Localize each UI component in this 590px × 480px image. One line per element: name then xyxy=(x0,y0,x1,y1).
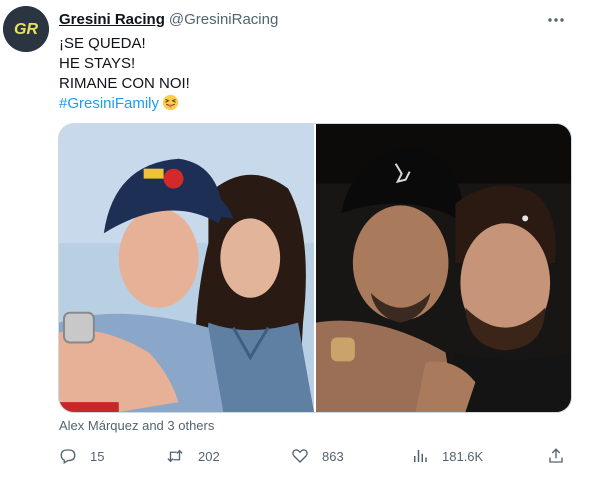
tweet-card[interactable]: GR Gresini Racing @GresiniRacing ¡SE QUED… xyxy=(0,0,590,480)
gresini-logo-icon: GR xyxy=(3,6,49,52)
photo-rider-and-woman[interactable] xyxy=(59,124,314,412)
squinting-face-with-tongue-icon xyxy=(162,94,179,111)
heart-icon xyxy=(292,449,308,463)
reply-icon xyxy=(60,449,76,464)
reply-count: 15 xyxy=(90,448,105,464)
tagged-users-link[interactable]: Alex Márquez and 3 others xyxy=(59,418,214,433)
views-button[interactable]: 181.6K xyxy=(411,444,483,468)
retweet-count: 202 xyxy=(198,448,220,464)
tweet-header: Gresini Racing @GresiniRacing xyxy=(59,10,278,29)
avatar[interactable]: GR xyxy=(3,6,49,52)
share-icon xyxy=(549,448,563,463)
retweet-button[interactable]: 202 xyxy=(165,444,220,468)
share-button[interactable] xyxy=(547,444,565,468)
hashtag-link[interactable]: #GresiniFamily xyxy=(59,95,159,112)
like-button[interactable]: 863 xyxy=(291,444,344,468)
like-count: 863 xyxy=(322,448,344,464)
more-options-icon[interactable] xyxy=(544,10,568,30)
views-chart-icon xyxy=(414,450,427,462)
photo-two-men-selfie[interactable] xyxy=(316,124,571,412)
action-bar: 15 202 863 181.6K xyxy=(59,444,569,468)
view-count: 181.6K xyxy=(442,448,484,464)
tweet-line: ¡SE QUEDA! xyxy=(59,35,146,52)
tweet-line: HE STAYS! xyxy=(59,55,136,72)
tweet-line: RIMANE CON NOI! xyxy=(59,75,190,92)
author-handle[interactable]: @GresiniRacing xyxy=(169,11,278,28)
retweet-icon xyxy=(167,449,183,463)
reply-button[interactable]: 15 xyxy=(59,444,104,468)
tweet-text: ¡SE QUEDA! HE STAYS! RIMANE CON NOI! #Gr… xyxy=(59,34,190,114)
media-gallery[interactable] xyxy=(58,123,572,413)
author-name[interactable]: Gresini Racing xyxy=(59,11,165,28)
svg-text:GR: GR xyxy=(14,21,38,38)
